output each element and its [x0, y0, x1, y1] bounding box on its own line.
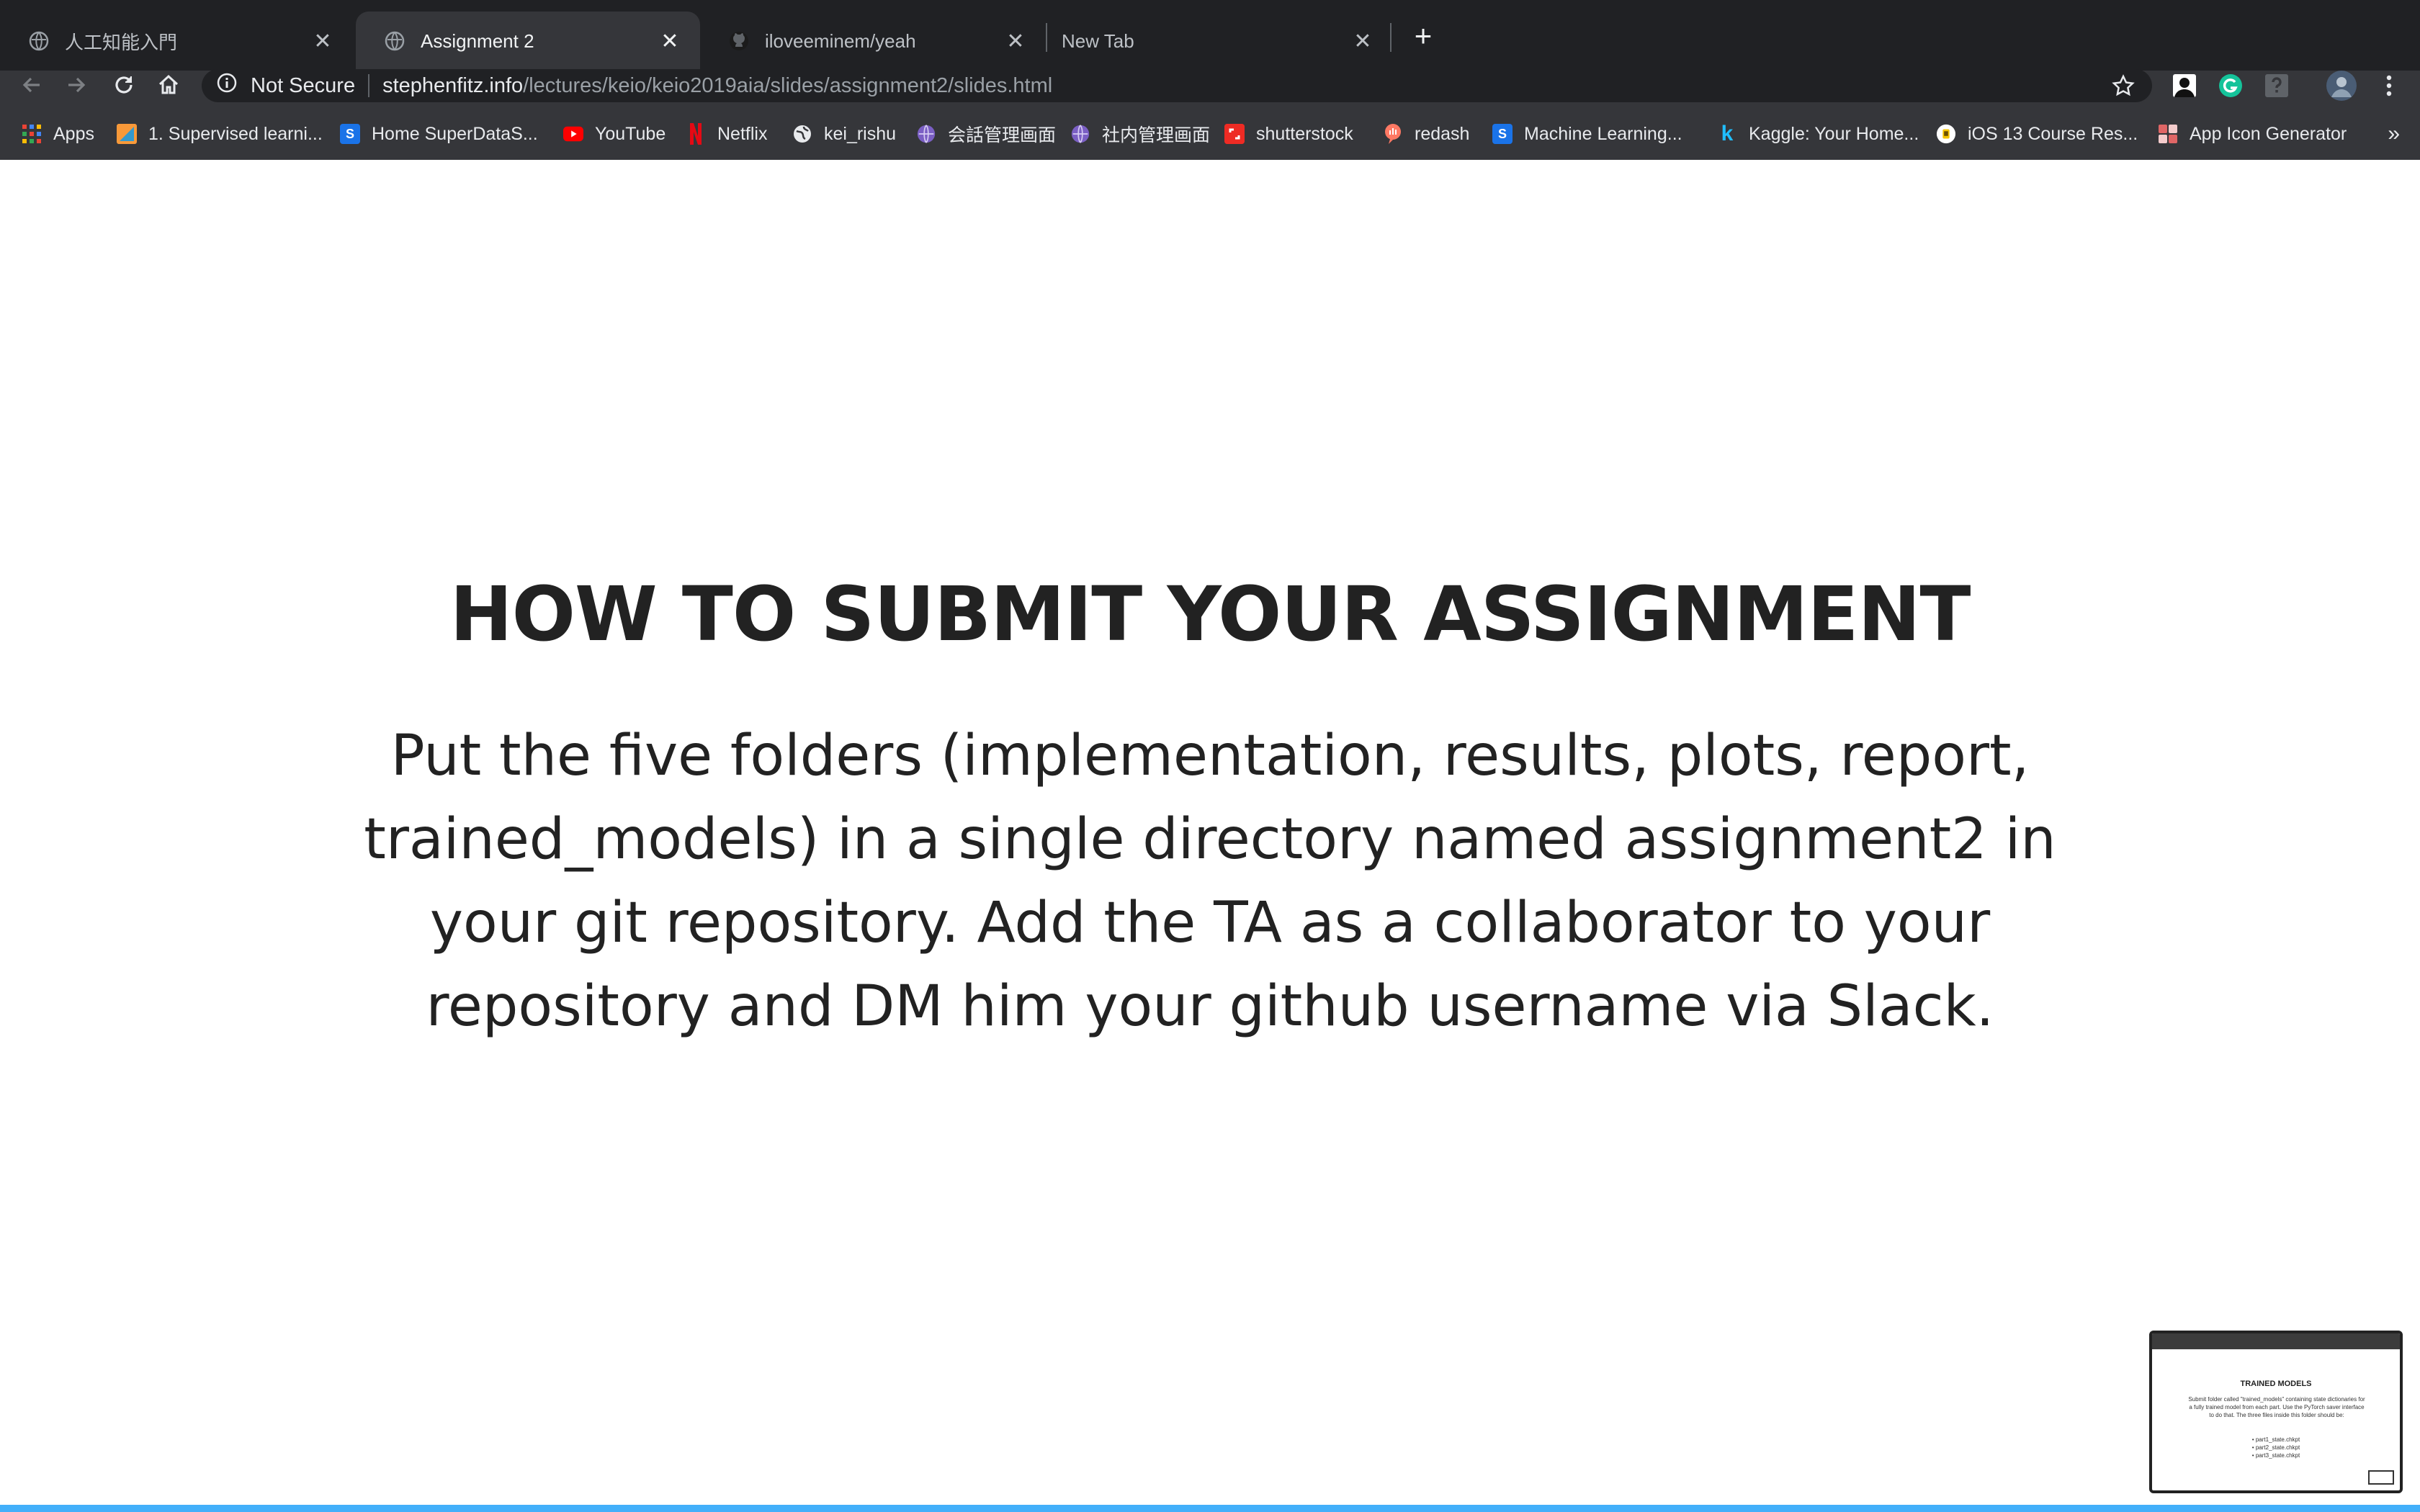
new-tab-button[interactable]: + — [1406, 19, 1440, 53]
bookmark-label: Netflix — [717, 123, 768, 144]
address-bar[interactable]: Not Secure stephenfitz.info/lectures/kei… — [202, 69, 2152, 102]
netflix-icon — [686, 123, 706, 145]
bookmark-ios13-course[interactable]: iOS 13 Course Res... — [1936, 108, 2138, 160]
thumbnail-body: Submit folder called "trained_models" co… — [2188, 1396, 2365, 1418]
globe-icon — [792, 124, 812, 144]
security-label[interactable]: Not Secure — [251, 74, 355, 98]
bookmark-youtube[interactable]: YouTube — [563, 108, 666, 160]
bookmark-apps[interactable]: Apps — [22, 108, 94, 160]
extension-help-icon[interactable] — [2260, 69, 2293, 102]
bookmark-supervised-learning[interactable]: 1. Supervised learni... — [117, 108, 323, 160]
bookmark-label: iOS 13 Course Res... — [1968, 123, 2138, 144]
bookmark-label: 社内管理画面 — [1102, 125, 1211, 145]
home-button[interactable] — [148, 65, 189, 105]
thumbnail-title: TRAINED MODELS — [2240, 1380, 2312, 1388]
slide-title: HOW TO SUBMIT YOUR ASSIGNMENT — [449, 570, 1971, 658]
globe-icon — [29, 31, 49, 51]
slide-viewport: HOW TO SUBMIT YOUR ASSIGNMENT Put the fi… — [0, 160, 2420, 1509]
tab-title: iloveeminem/yeah — [765, 30, 916, 52]
redash-icon — [1383, 124, 1403, 144]
bookmark-superdatascience[interactable]: S Home SuperDataS... — [340, 108, 538, 160]
bookmark-label: Apps — [53, 123, 94, 144]
slide-preview-thumbnail[interactable]: TRAINED MODELS Submit folder called "tra… — [2149, 1331, 2403, 1493]
forward-button[interactable] — [56, 65, 97, 105]
bookmarks-overflow-chevron-icon[interactable]: » — [2388, 108, 2400, 160]
tab-github-iloveeminem[interactable]: iloveeminem/yeah ✕ — [700, 12, 1046, 71]
omnibox-divider — [368, 74, 370, 97]
apps-grid-icon — [22, 124, 42, 144]
slide-progress-bar — [0, 1505, 2420, 1512]
bookmark-label: Home SuperDataS... — [372, 123, 538, 144]
bookmark-label: kei_rishu — [824, 123, 897, 144]
bookmark-machine-learning[interactable]: S Machine Learning... — [1492, 108, 1682, 160]
app-icon-generator-icon — [2158, 124, 2178, 144]
arrow-right-icon — [68, 77, 86, 93]
tab-title: Assignment 2 — [421, 30, 534, 52]
tab-title: 人工知能入門 — [65, 31, 178, 53]
bookmark-label: 会話管理画面 — [948, 125, 1057, 145]
close-tab-icon[interactable]: ✕ — [1003, 28, 1028, 54]
bookmark-label: 1. Supervised learni... — [148, 123, 323, 144]
superdatascience-icon: S — [1492, 124, 1512, 144]
shutterstock-icon — [1224, 124, 1245, 144]
bookmark-kei-rishu[interactable]: kei_rishu — [792, 108, 896, 160]
bookmark-label: App Icon Generator — [2190, 123, 2347, 144]
home-icon — [158, 74, 179, 94]
youtube-icon — [563, 124, 583, 144]
tab-strip: 人工知能入門 ✕ Assignment 2 ✕ iloveeminem/yeah… — [0, 0, 2420, 71]
thumbnail-browser-bar — [2152, 1333, 2400, 1349]
tab-title: New Tab — [1062, 30, 1134, 52]
slide-body-text: Put the five folders (implementation, re… — [364, 724, 2056, 1039]
purple-globe-icon — [1070, 124, 1090, 144]
sklearn-icon — [117, 124, 137, 144]
bookmark-kaiwa-kanri[interactable]: 会話管理画面 — [916, 108, 1056, 160]
kaggle-icon: k — [1721, 122, 1734, 145]
arrow-left-icon — [22, 77, 40, 93]
bookmark-kaggle[interactable]: k Kaggle: Your Home... — [1717, 108, 1919, 160]
tab-new-tab[interactable]: New Tab ✕ — [1047, 12, 1393, 71]
thumbnail-list-item: • part1_state.chkpt — [2251, 1436, 2300, 1443]
tab-separator — [1390, 23, 1392, 52]
grammarly-icon[interactable] — [2214, 69, 2247, 102]
bookmark-label: shutterstock — [1256, 123, 1353, 144]
url-path: /lectures/keio/keio2019aia/slides/assign… — [523, 73, 1053, 97]
close-tab-icon[interactable]: ✕ — [657, 28, 683, 54]
info-icon[interactable] — [216, 72, 238, 99]
close-tab-icon[interactable]: ✕ — [310, 28, 336, 54]
purple-globe-icon — [916, 124, 936, 144]
back-button[interactable] — [12, 65, 52, 105]
bookmark-label: YouTube — [595, 123, 666, 144]
bookmark-shanai-kanri[interactable]: 社内管理画面 — [1070, 108, 1210, 160]
reload-button[interactable] — [104, 65, 144, 105]
bookmark-label: Machine Learning... — [1524, 123, 1682, 144]
thumbnail-expand-button[interactable] — [2368, 1470, 2394, 1485]
bookmark-label: redash — [1415, 123, 1470, 144]
reload-icon — [115, 76, 133, 94]
bookmark-star-icon[interactable] — [2112, 69, 2135, 102]
superdatascience-icon: S — [340, 124, 360, 144]
extension-avatar-icon[interactable] — [2168, 69, 2201, 102]
bookmark-app-icon-generator[interactable]: App Icon Generator — [2158, 108, 2347, 160]
profile-avatar[interactable] — [2325, 69, 2358, 102]
thumbnail-list-item: • part3_state.chkpt — [2251, 1452, 2300, 1459]
thumbnail-list-item: • part2_state.chkpt — [2251, 1444, 2300, 1451]
bookmarks-bar: Apps 1. Supervised learni... S Home Supe… — [0, 108, 2420, 160]
bookmark-label: Kaggle: Your Home... — [1749, 123, 1919, 144]
bookmark-shutterstock[interactable]: shutterstock — [1224, 108, 1353, 160]
tab-assignment-2[interactable]: Assignment 2 ✕ — [356, 12, 700, 71]
globe-icon — [385, 31, 405, 51]
thumbnail-file-list: • part1_state.chkpt • part2_state.chkpt … — [2152, 1436, 2400, 1459]
bookmark-netflix[interactable]: Netflix — [686, 108, 767, 160]
course-icon — [1936, 124, 1956, 144]
close-tab-icon[interactable]: ✕ — [1350, 28, 1376, 54]
tab-jinkou-chinou[interactable]: 人工知能入門 ✕ — [0, 12, 353, 71]
bookmark-redash[interactable]: redash — [1383, 108, 1469, 160]
url-host: stephenfitz.info — [382, 73, 524, 97]
menu-kebab-icon[interactable] — [2372, 69, 2406, 102]
github-icon — [729, 31, 749, 51]
